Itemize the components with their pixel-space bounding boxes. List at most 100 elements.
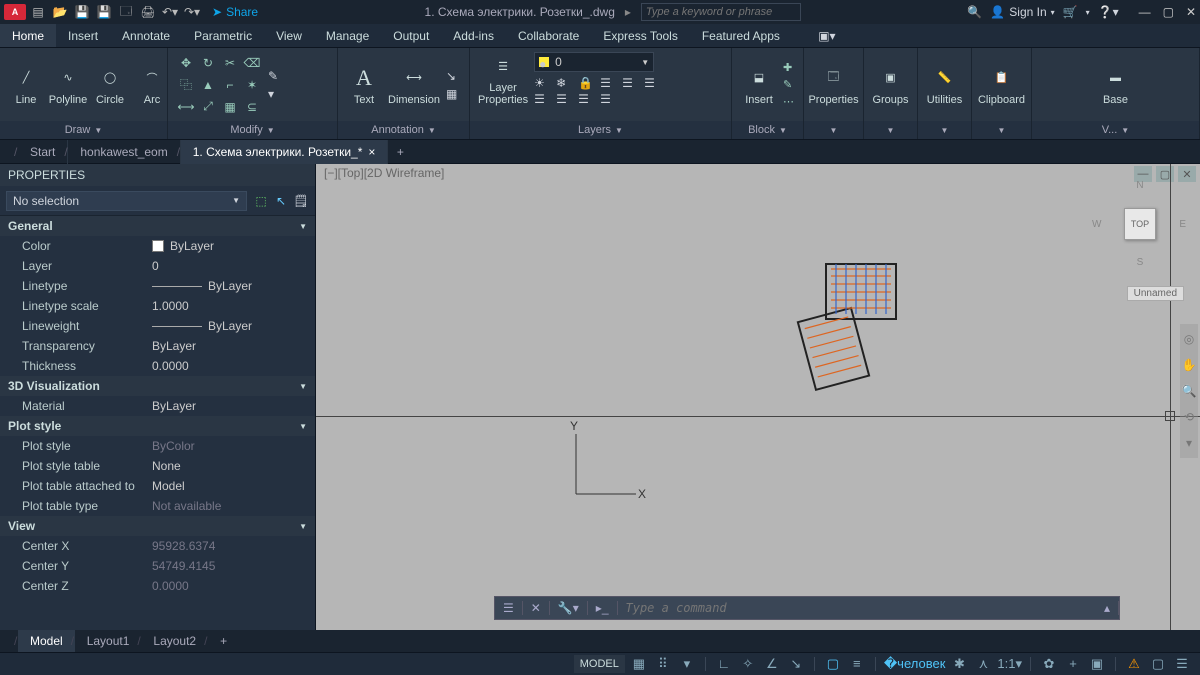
layout-tab-2[interactable]: /Layout2 — [141, 630, 208, 652]
nav-bar[interactable]: ◎ ✋ 🔍 ⟲ ▾ — [1180, 324, 1198, 458]
modify-extra2-icon[interactable]: ▾ — [268, 87, 278, 101]
layer-tool-icon[interactable]: 🔒 — [578, 76, 598, 90]
prop-row[interactable]: LineweightByLayer — [0, 316, 315, 336]
groups-button[interactable]: ▣Groups — [872, 64, 908, 106]
prop-row[interactable]: Plot style tableNone — [0, 456, 315, 476]
prop-section[interactable]: View▼ — [0, 516, 315, 536]
cmd-history-icon[interactable]: ☰ — [495, 601, 523, 615]
layer-tool-icon[interactable]: ☰ — [600, 92, 620, 106]
panel-layers-title[interactable]: Layers▼ — [470, 121, 731, 139]
prop-value[interactable]: 95928.6374 — [146, 539, 315, 553]
layer-tool-icon[interactable]: ☰ — [556, 92, 576, 106]
quick-select-icon[interactable]: ⬚ — [253, 193, 269, 209]
dimension-button[interactable]: ⟷Dimension — [388, 64, 440, 106]
anno-auto-icon[interactable]: ⋏ — [973, 655, 993, 673]
anno-scale-icon[interactable]: ✱ — [949, 655, 969, 673]
isodraft-icon[interactable]: ∠ — [762, 655, 782, 673]
prop-value[interactable]: Not available — [146, 499, 315, 513]
prop-value[interactable]: 54749.4145 — [146, 559, 315, 573]
prop-value[interactable]: 1.0000 — [146, 299, 315, 313]
qat-open-icon[interactable]: 📂 — [50, 2, 70, 22]
qat-new-icon[interactable]: ▤ — [28, 2, 48, 22]
scale-button[interactable]: 1:1 ▾ — [997, 655, 1022, 673]
prop-section[interactable]: 3D Visualization▼ — [0, 376, 315, 396]
viewport-label[interactable]: [−][Top][2D Wireframe] — [324, 166, 444, 180]
erase-icon[interactable]: ⌫ — [242, 53, 262, 73]
anno-icon[interactable]: �человек — [884, 655, 946, 673]
panel-properties-title[interactable]: ▼ — [804, 121, 863, 139]
ribbon-tab-insert[interactable]: Insert — [56, 24, 110, 47]
base-button[interactable]: ▬Base — [1098, 64, 1134, 106]
panel-modify-title[interactable]: Modify▼ — [168, 121, 337, 139]
cart-icon[interactable]: 🛒 — [1063, 5, 1078, 19]
ribbon-tab-annotate[interactable]: Annotate — [110, 24, 182, 47]
layer-tool-icon[interactable]: ❄ — [556, 76, 576, 90]
dwg-tab-2[interactable]: /1. Схема электрики. Розетки_*× — [181, 140, 389, 164]
prop-row[interactable]: Layer0 — [0, 256, 315, 276]
ribbon-tab-featured[interactable]: Featured Apps — [690, 24, 792, 47]
viewcube-face[interactable]: TOP — [1124, 208, 1156, 240]
prop-value[interactable]: ByLayer — [146, 279, 315, 293]
prop-value[interactable]: Model — [146, 479, 315, 493]
orbit-icon[interactable]: ⟲ — [1184, 410, 1194, 424]
select-similar-icon[interactable]: ↖ — [273, 193, 289, 209]
layer-properties-button[interactable]: ☰Layer Properties — [478, 52, 528, 106]
ribbon-tab-home[interactable]: Home — [0, 24, 56, 47]
unnamed-badge[interactable]: Unnamed — [1127, 286, 1184, 301]
prop-value[interactable]: ByLayer — [146, 239, 315, 253]
prop-row[interactable]: Plot table typeNot available — [0, 496, 315, 516]
copy-icon[interactable]: ⿻ — [176, 75, 196, 95]
ribbon-tab-collaborate[interactable]: Collaborate — [506, 24, 591, 47]
table-icon[interactable]: ▦ — [446, 87, 457, 101]
panel-annotation-title[interactable]: Annotation▼ — [338, 121, 469, 139]
polar-icon[interactable]: ✧ — [738, 655, 758, 673]
exchange-icon[interactable]: ▾ — [1086, 8, 1090, 17]
layer-combo[interactable]: ● 0 ▼ — [534, 52, 654, 72]
drawing-viewport[interactable]: [−][Top][2D Wireframe] — ▢ ✕ X Y N S E W… — [316, 164, 1200, 630]
insert-button[interactable]: ⬓Insert — [741, 64, 777, 106]
grid-icon[interactable]: ▦ — [629, 655, 649, 673]
stretch-icon[interactable]: ⟷ — [176, 97, 196, 117]
share-button[interactable]: ➤ Share — [212, 5, 258, 19]
scale-icon[interactable]: ⤢ — [198, 97, 218, 117]
prop-row[interactable]: MaterialByLayer — [0, 396, 315, 416]
polyline-button[interactable]: ∿Polyline — [50, 64, 86, 106]
prop-row[interactable]: Center Y54749.4145 — [0, 556, 315, 576]
move-icon[interactable]: ✥ — [176, 53, 196, 73]
offset-icon[interactable]: ⊆ — [242, 97, 262, 117]
layer-tool-icon[interactable]: ☰ — [600, 76, 620, 90]
command-input[interactable] — [618, 601, 1096, 615]
layer-tool-icon[interactable]: ☰ — [622, 76, 642, 90]
layout-tab-model[interactable]: /Model — [18, 630, 75, 652]
trim-icon[interactable]: ✂ — [220, 53, 240, 73]
osnap-icon[interactable]: ▢ — [823, 655, 843, 673]
workspace-icon[interactable]: ✿ — [1039, 655, 1059, 673]
search-input[interactable] — [646, 6, 796, 18]
new-tab-button[interactable]: + — [388, 145, 412, 159]
prop-row[interactable]: Plot styleByColor — [0, 436, 315, 456]
block-edit-icon[interactable]: ✎ — [783, 78, 794, 91]
ribbon-tab-manage[interactable]: Manage — [314, 24, 381, 47]
pim-icon[interactable]: 🗒 — [293, 193, 309, 209]
prop-value[interactable]: ByLayer — [146, 399, 315, 413]
prop-row[interactable]: Plot table attached toModel — [0, 476, 315, 496]
utilities-button[interactable]: 📏Utilities — [927, 64, 963, 106]
fillet-icon[interactable]: ⌐ — [220, 75, 240, 95]
circle-button[interactable]: ◯Circle — [92, 64, 128, 106]
text-button[interactable]: AText — [346, 64, 382, 106]
panel-utilities-title[interactable]: ▼ — [918, 121, 971, 139]
leader-icon[interactable]: ↘ — [446, 69, 457, 83]
panel-draw-title[interactable]: Draw▼ — [0, 121, 167, 139]
cmd-customize-icon[interactable]: 🔧▾ — [550, 601, 588, 615]
lwt-icon[interactable]: ≡ — [847, 655, 867, 673]
maximize-button[interactable]: ▢ — [1163, 5, 1174, 19]
otrack-icon[interactable]: ↘ — [786, 655, 806, 673]
modify-extra1-icon[interactable]: ✎ — [268, 69, 278, 83]
prop-row[interactable]: LinetypeByLayer — [0, 276, 315, 296]
panel-view-title[interactable]: V...▼ — [1032, 121, 1199, 139]
prop-section[interactable]: Plot style▼ — [0, 416, 315, 436]
qat-redo-icon[interactable]: ↷▾ — [182, 2, 202, 22]
minimize-button[interactable]: — — [1139, 5, 1151, 19]
layer-tool-icon[interactable]: ☰ — [578, 92, 598, 106]
panel-groups-title[interactable]: ▼ — [864, 121, 917, 139]
